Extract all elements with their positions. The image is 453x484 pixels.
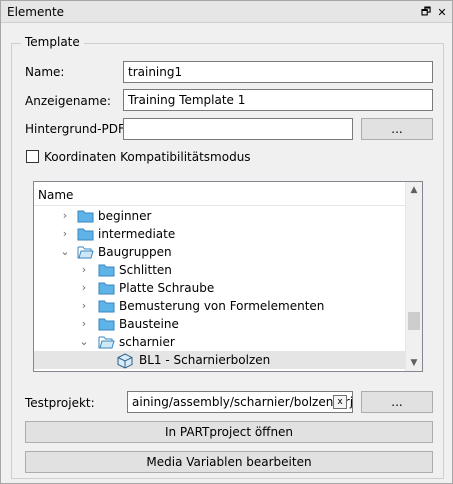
template-tree[interactable]: Name › beginner › intermediate ⌄ Baugrup… bbox=[33, 181, 423, 372]
panel-title: Elemente bbox=[7, 5, 65, 19]
compat-mode-label: Koordinaten Kompatibilitätsmodus bbox=[44, 150, 251, 164]
chevron-right-icon[interactable]: › bbox=[79, 281, 89, 295]
tree-item-label: intermediate bbox=[98, 227, 176, 241]
tree-item-label: beginner bbox=[98, 209, 152, 223]
folder-icon bbox=[77, 228, 94, 241]
name-field[interactable]: training1 bbox=[123, 61, 433, 83]
background-pdf-label: Hintergrund-PDF: bbox=[25, 122, 128, 136]
elements-panel: Elemente 🗗 ✕ Template Name: training1 An… bbox=[0, 0, 453, 484]
tree-item-bl1-scharnierbolzen[interactable]: BL1 - Scharnierbolzen bbox=[34, 351, 406, 369]
chevron-right-icon[interactable]: › bbox=[79, 263, 89, 277]
tree-item-schlitten[interactable]: › Schlitten bbox=[34, 261, 406, 279]
chevron-right-icon[interactable]: › bbox=[60, 209, 70, 223]
folder-icon bbox=[98, 300, 115, 313]
chevron-right-icon[interactable]: › bbox=[79, 299, 89, 313]
folder-icon bbox=[98, 282, 115, 295]
folder-icon bbox=[98, 264, 115, 277]
clear-icon[interactable]: x bbox=[333, 395, 347, 409]
tree-item-label: Bausteine bbox=[119, 317, 179, 331]
open-in-partproject-button[interactable]: In PARTproject öffnen bbox=[25, 421, 433, 443]
tree-item-baugruppen[interactable]: ⌄ Baugruppen bbox=[34, 243, 406, 261]
chevron-down-icon[interactable]: ⌄ bbox=[60, 245, 70, 259]
name-label: Name: bbox=[25, 65, 65, 79]
tree-item-label: Schlitten bbox=[119, 263, 172, 277]
template-group-label: Template bbox=[21, 35, 84, 49]
tree-item-intermediate[interactable]: › intermediate bbox=[34, 225, 406, 243]
close-icon[interactable]: ✕ bbox=[434, 4, 450, 20]
tree-scrollbar[interactable]: ▲ ▼ bbox=[405, 182, 422, 371]
part-cube-icon bbox=[117, 353, 133, 369]
tree-item-label: Baugruppen bbox=[98, 245, 172, 259]
folder-open-icon bbox=[77, 246, 94, 259]
title-bar: Elemente 🗗 ✕ bbox=[1, 1, 452, 23]
tree-item-bemusterung[interactable]: › Bemusterung von Formelementen bbox=[34, 297, 406, 315]
edit-media-variables-button[interactable]: Media Variablen bearbeiten bbox=[25, 451, 433, 473]
folder-icon bbox=[77, 210, 94, 223]
tree-item-label: BL1 - Scharnierbolzen bbox=[139, 353, 271, 367]
folder-icon bbox=[98, 318, 115, 331]
display-name-label: Anzeigename: bbox=[25, 94, 111, 108]
tree-item-label: Platte Schraube bbox=[119, 281, 215, 295]
tree-item-scharnier[interactable]: ⌄ scharnier bbox=[34, 333, 406, 351]
tree-header[interactable]: Name bbox=[34, 182, 406, 206]
tree-item-label: scharnier bbox=[119, 335, 175, 349]
compat-mode-checkbox[interactable] bbox=[26, 150, 39, 163]
background-pdf-browse-button[interactable]: ... bbox=[361, 118, 433, 140]
background-pdf-field[interactable] bbox=[123, 118, 353, 140]
tree-item-label: Bemusterung von Formelementen bbox=[119, 299, 325, 313]
scroll-down-icon[interactable]: ▼ bbox=[406, 355, 422, 371]
tree-item-beginner[interactable]: › beginner bbox=[34, 207, 406, 225]
chevron-right-icon[interactable]: › bbox=[60, 227, 70, 241]
folder-open-icon bbox=[98, 336, 115, 349]
tree-item-platte-schraube[interactable]: › Platte Schraube bbox=[34, 279, 406, 297]
display-name-field[interactable]: Training Template 1 bbox=[123, 89, 433, 111]
chevron-right-icon[interactable]: › bbox=[79, 317, 89, 331]
chevron-down-icon[interactable]: ⌄ bbox=[79, 335, 89, 349]
restore-icon[interactable]: 🗗 bbox=[418, 4, 434, 20]
test-project-browse-button[interactable]: ... bbox=[361, 391, 433, 413]
scroll-up-icon[interactable]: ▲ bbox=[406, 182, 422, 198]
tree-item-bausteine[interactable]: › Bausteine bbox=[34, 315, 406, 333]
scroll-thumb[interactable] bbox=[408, 312, 420, 330]
test-project-field[interactable]: aining/assembly/scharnier/bolzen.prj bbox=[127, 391, 353, 413]
tree-header-name: Name bbox=[38, 188, 74, 202]
test-project-label: Testprojekt: bbox=[25, 396, 95, 410]
